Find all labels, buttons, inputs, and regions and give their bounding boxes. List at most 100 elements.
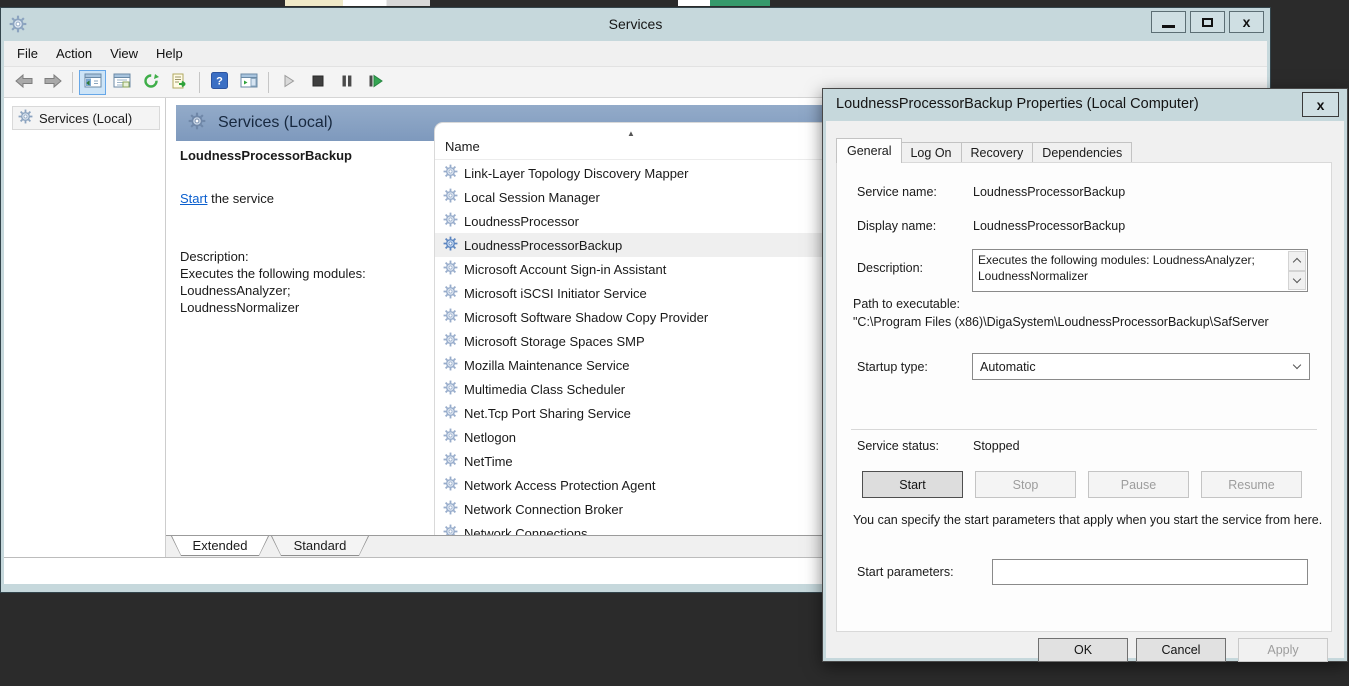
- path-value: "C:\Program Files (x86)\DigaSystem\Loudn…: [853, 315, 1327, 329]
- toolbar-separator: [199, 72, 200, 93]
- menu-file[interactable]: File: [8, 42, 47, 65]
- start-service-suffix: the service: [207, 191, 273, 206]
- service-name: Local Session Manager: [464, 190, 600, 205]
- gear-icon: [443, 428, 458, 446]
- dialog-bottom-buttons: OK Cancel Apply: [826, 638, 1344, 663]
- start-service-line: Start the service: [180, 191, 426, 206]
- service-status-value: Stopped: [973, 439, 1020, 453]
- window-title: Services: [1, 16, 1270, 32]
- gear-icon: [443, 356, 458, 374]
- scroll-up-button[interactable]: [1288, 251, 1306, 271]
- title-bar[interactable]: Services x: [1, 8, 1270, 41]
- back-icon: [14, 73, 34, 92]
- close-icon: x: [1243, 15, 1251, 29]
- description-scrollbar[interactable]: [1288, 251, 1306, 290]
- start-parameters-input[interactable]: [992, 559, 1308, 585]
- show-console-tree-button[interactable]: [79, 70, 106, 95]
- pause-service-icon: [340, 74, 354, 91]
- display-name-value: LoudnessProcessorBackup: [973, 219, 1125, 233]
- pane-header-title: Services (Local): [218, 114, 333, 132]
- restart-service-button[interactable]: [362, 70, 389, 95]
- gear-icon: [18, 109, 33, 127]
- minimize-icon: [1162, 25, 1175, 28]
- forward-icon: [43, 73, 63, 92]
- service-name: Mozilla Maintenance Service: [464, 358, 629, 373]
- properties-button[interactable]: [108, 70, 135, 95]
- service-description: Description: Executes the following modu…: [180, 248, 426, 316]
- gear-icon: [443, 308, 458, 326]
- show-action-pane-button[interactable]: [235, 70, 262, 95]
- start-service-button[interactable]: Start: [862, 471, 963, 498]
- dialog-tab-log-on[interactable]: Log On: [901, 142, 961, 163]
- background-window-fragment: [678, 0, 770, 6]
- apply-button: Apply: [1238, 638, 1328, 662]
- maximize-button[interactable]: [1190, 11, 1225, 33]
- stop-service-button[interactable]: [304, 70, 331, 95]
- gear-icon: [443, 188, 458, 206]
- dialog-close-button[interactable]: x: [1302, 92, 1339, 117]
- toolbar-separator: [268, 72, 269, 93]
- gear-icon: [443, 524, 458, 535]
- chevron-up-icon: [1293, 258, 1301, 266]
- column-header-name[interactable]: Name: [445, 139, 480, 154]
- maximize-icon: [1202, 18, 1213, 27]
- refresh-button[interactable]: [137, 70, 164, 95]
- service-name: LoudnessProcessorBackup: [464, 238, 622, 253]
- separator: [851, 429, 1317, 430]
- pause-service-button[interactable]: [333, 70, 360, 95]
- menu-action[interactable]: Action: [47, 42, 101, 65]
- service-name: Network Access Protection Agent: [464, 478, 655, 493]
- gear-icon: [443, 260, 458, 278]
- start-service-button[interactable]: [275, 70, 302, 95]
- service-name: Microsoft Software Shadow Copy Provider: [464, 310, 708, 325]
- dialog-title-bar[interactable]: LoudnessProcessorBackup Properties (Loca…: [823, 89, 1347, 121]
- close-button[interactable]: x: [1229, 11, 1264, 33]
- service-control-buttons: StartStopPauseResume: [862, 471, 1302, 498]
- back-button[interactable]: [10, 70, 37, 95]
- startup-type-label: Startup type:: [857, 360, 928, 374]
- service-name: NetTime: [464, 454, 513, 469]
- console-tree-panel: Services (Local): [4, 98, 166, 557]
- cancel-button[interactable]: Cancel: [1136, 638, 1226, 662]
- forward-button[interactable]: [39, 70, 66, 95]
- scroll-down-button[interactable]: [1288, 271, 1306, 291]
- startup-type-dropdown[interactable]: Automatic: [972, 353, 1310, 380]
- properties-dialog: LoudnessProcessorBackup Properties (Loca…: [822, 88, 1348, 662]
- gear-icon: [443, 500, 458, 518]
- minimize-button[interactable]: [1151, 11, 1186, 33]
- pause-service-button: Pause: [1088, 471, 1189, 498]
- service-status-label: Service status:: [857, 439, 939, 453]
- restart-service-icon: [368, 74, 383, 91]
- properties-icon: [113, 73, 131, 92]
- description-label: Description:: [857, 261, 923, 275]
- path-label: Path to executable:: [853, 297, 960, 311]
- gear-icon: [443, 404, 458, 422]
- start-service-link[interactable]: Start: [180, 191, 207, 206]
- dialog-tab-dependencies[interactable]: Dependencies: [1033, 142, 1132, 163]
- ok-button[interactable]: OK: [1038, 638, 1128, 662]
- export-list-button[interactable]: [166, 70, 193, 95]
- service-name: Microsoft Account Sign-in Assistant: [464, 262, 666, 277]
- view-tab-standard[interactable]: Standard: [271, 536, 369, 556]
- service-name-label: Service name:: [857, 185, 937, 199]
- description-textbox[interactable]: Executes the following modules: Loudness…: [972, 249, 1308, 292]
- stop-service-icon: [311, 74, 325, 91]
- dialog-body: GeneralLog OnRecoveryDependencies Servic…: [826, 121, 1344, 658]
- svg-text:?: ?: [216, 76, 223, 88]
- display-name-label: Display name:: [857, 219, 936, 233]
- dialog-tab-general[interactable]: General: [836, 138, 902, 163]
- tree-item-services-local[interactable]: Services (Local): [12, 106, 160, 130]
- help-button[interactable]: ?: [206, 70, 233, 95]
- startup-type-value: Automatic: [980, 360, 1036, 374]
- service-name: Link-Layer Topology Discovery Mapper: [464, 166, 688, 181]
- sort-ascending-icon[interactable]: ▲: [627, 129, 635, 138]
- menu-view[interactable]: View: [101, 42, 147, 65]
- gear-icon: [443, 476, 458, 494]
- stop-service-button: Stop: [975, 471, 1076, 498]
- gear-icon: [443, 236, 458, 254]
- menu-help[interactable]: Help: [147, 42, 192, 65]
- dialog-tab-recovery[interactable]: Recovery: [962, 142, 1034, 163]
- chevron-down-icon: [1293, 361, 1301, 369]
- service-name: Multimedia Class Scheduler: [464, 382, 625, 397]
- view-tab-extended[interactable]: Extended: [171, 536, 269, 556]
